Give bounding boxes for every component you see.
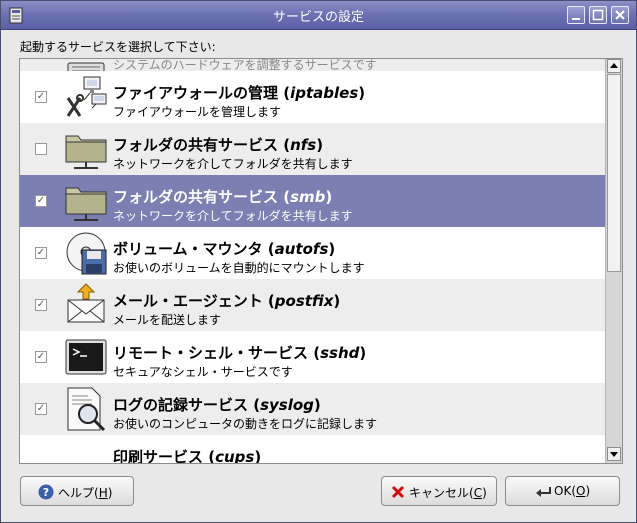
log-document-icon: [67, 387, 106, 432]
mail-icon: [67, 283, 105, 323]
scroll-down-button[interactable]: [607, 447, 621, 461]
service-description: セキュアなシェル・サービスです: [113, 365, 293, 379]
service-description: お使いのボリュームを自動的にマウントします: [113, 261, 365, 275]
help-button[interactable]: ? ヘルプ(H): [20, 476, 134, 506]
service-row-syslog[interactable]: ✓ ログの記録サービス (syslog) お使いのコンピュータの動きをログに記録…: [20, 383, 605, 435]
network-computers-icon: [66, 76, 107, 117]
help-icon: ?: [38, 484, 54, 500]
service-title: ログの記録サービス (syslog): [113, 396, 321, 414]
network-folder-icon: [65, 187, 107, 221]
maximize-icon: [592, 9, 604, 21]
service-description: お使いのコンピュータの動きをログに記録します: [113, 417, 378, 431]
ok-icon: [536, 487, 551, 497]
disk-volume-icon: [66, 232, 107, 275]
service-title: フォルダの共有サービス (nfs): [113, 136, 324, 154]
window-title: サービスの設定: [272, 10, 364, 25]
service-checkbox[interactable]: ✓: [35, 247, 47, 259]
ok-button[interactable]: OK(O): [505, 476, 620, 506]
ok-label: OK(O): [554, 484, 591, 498]
arrow-up-icon: [610, 63, 618, 68]
service-row-sshd[interactable]: ✓ リモート・シェル・サービス (sshd) セキュアなシェル・サービスです: [20, 331, 605, 383]
service-row-cups[interactable]: 印刷サービス (cups): [20, 435, 605, 463]
services-dialog: サービスの設定 起動するサービスを選択して下さい: システムのハードウェアを調整…: [0, 0, 637, 523]
service-title: メール・エージェント (postfix): [113, 292, 341, 310]
service-checkbox[interactable]: ✓: [35, 351, 47, 363]
scroll-thumb[interactable]: [607, 74, 621, 272]
service-title: リモート・シェル・サービス (sshd): [113, 344, 367, 362]
service-list[interactable]: システムのハードウェアを調整するサービスです ✓ ファイアウォールの管理 (ip…: [19, 58, 623, 464]
terminal-icon: [65, 339, 107, 375]
help-label: ヘルプ(H): [58, 486, 113, 500]
minimize-icon: [572, 18, 580, 20]
maximize-button[interactable]: [589, 6, 607, 24]
service-title: 印刷サービス (cups): [113, 448, 262, 463]
service-checkbox[interactable]: ✓: [35, 299, 47, 311]
network-folder-icon: [65, 135, 107, 169]
service-description: ファイアウォールを管理します: [113, 105, 282, 119]
service-description: ネットワークを介してフォルダを共有します: [113, 157, 353, 171]
service-title: ボリューム・マウンタ (autofs): [113, 240, 336, 258]
cancel-button[interactable]: キャンセル(C): [381, 476, 497, 506]
service-row-smb[interactable]: ✓ フォルダの共有サービス (smb) ネットワークを介してフォルダを共有します: [20, 175, 605, 227]
service-checkbox[interactable]: [35, 143, 47, 155]
arrow-down-icon: [610, 452, 618, 457]
service-description: ネットワークを介してフォルダを共有します: [113, 209, 353, 223]
cancel-x-icon: [391, 485, 405, 499]
service-description: メールを配送します: [113, 313, 222, 327]
list-item[interactable]: システムのハードウェアを調整するサービスです: [20, 59, 605, 76]
service-row-nfs[interactable]: フォルダの共有サービス (nfs) ネットワークを介してフォルダを共有します: [20, 123, 605, 175]
service-checkbox[interactable]: ✓: [35, 91, 47, 103]
service-row-iptables[interactable]: ✓ ファイアウォールの管理 (iptables) ファイアウォールを管理します: [20, 71, 605, 123]
title-bar[interactable]: サービスの設定: [1, 1, 636, 30]
minimize-button[interactable]: [567, 6, 585, 24]
service-checkbox[interactable]: ✓: [35, 403, 47, 415]
instruction-label: 起動するサービスを選択して下さい:: [20, 40, 216, 54]
service-title: ファイアウォールの管理 (iptables): [113, 84, 366, 102]
service-row-postfix[interactable]: ✓ メール・エージェント (postfix) メールを配送します: [20, 279, 605, 331]
svg-text:?: ?: [43, 486, 49, 499]
cancel-label: キャンセル(C): [409, 486, 487, 500]
vertical-scrollbar[interactable]: [605, 59, 622, 463]
service-row-autofs[interactable]: ✓ ボリューム・マウンタ (autofs) お使いのボリュームを自動的にマウント…: [20, 227, 605, 279]
service-checkbox[interactable]: ✓: [35, 195, 47, 207]
close-button[interactable]: [611, 6, 629, 24]
service-rows: システムのハードウェアを調整するサービスです ✓ ファイアウォールの管理 (ip…: [20, 59, 605, 463]
service-title: フォルダの共有サービス (smb): [113, 188, 333, 206]
scroll-up-button[interactable]: [607, 59, 621, 73]
close-icon: [615, 10, 625, 20]
